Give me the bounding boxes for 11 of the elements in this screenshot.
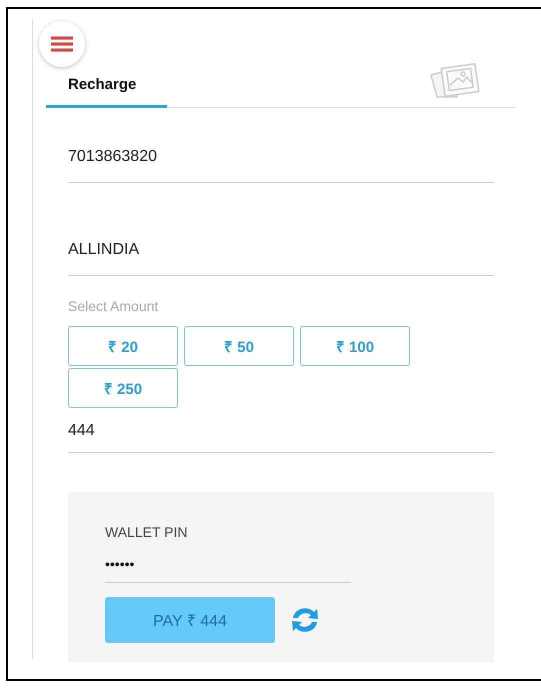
amount-field[interactable]: 444 bbox=[68, 408, 494, 453]
menu-button[interactable] bbox=[39, 21, 85, 67]
pin-field[interactable]: •••••• bbox=[105, 540, 351, 583]
input-field[interactable]: 7013863820 bbox=[68, 110, 494, 183]
recharge-tab[interactable]: Recharge bbox=[46, 76, 167, 108]
input-field[interactable]: ALLINDIA bbox=[68, 203, 494, 276]
refresh-icon[interactable] bbox=[289, 605, 321, 635]
amount-label: Select Amount bbox=[68, 298, 160, 314]
wallet-pin-label: WALLET PIN bbox=[105, 524, 188, 540]
menu-icon bbox=[51, 36, 73, 52]
image-icon bbox=[427, 63, 481, 99]
